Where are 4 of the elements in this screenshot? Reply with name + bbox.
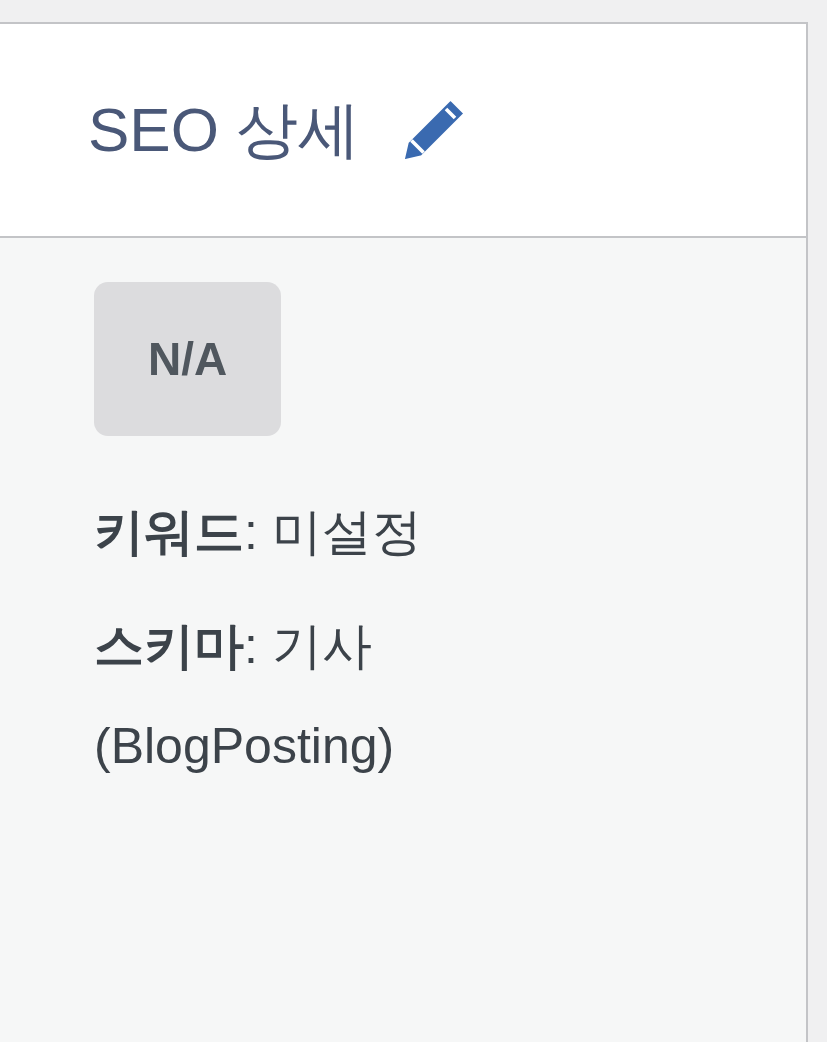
panel-title: SEO 상세: [88, 94, 361, 166]
detail-text: 키워드: 미설정: [94, 503, 423, 562]
status-badge: N/A: [94, 282, 282, 436]
detail-text: 스키마: 기사 (BlogPosting): [94, 617, 396, 776]
